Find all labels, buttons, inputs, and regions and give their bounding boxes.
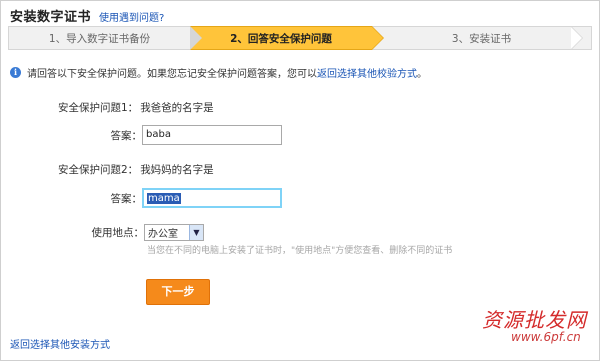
- step-3-label: 3、安装证书: [451, 33, 512, 45]
- step-progress: 1、导入数字证书备份 2、回答安全保护问题 3、安装证书: [8, 26, 592, 50]
- notice-end: 。: [417, 69, 427, 80]
- watermark-url: www.6pf.cn: [511, 330, 581, 344]
- location-value: 办公室: [148, 229, 178, 240]
- other-install-method-link[interactable]: 返回选择其他安装方式: [10, 336, 110, 351]
- other-verification-link[interactable]: 返回选择其他校验方式: [317, 65, 417, 80]
- notice-text: 请回答以下安全保护问题。如果您忘记安全保护问题答案，您可以: [27, 69, 317, 80]
- step-end-arrow-inner: [571, 27, 582, 49]
- question-2-text: 我妈妈的名字是: [140, 164, 214, 176]
- location-select[interactable]: 办公室 ▼: [144, 224, 204, 241]
- answer-1-label: 答案：: [110, 129, 143, 142]
- notice: i 请回答以下安全保护问题。如果您忘记安全保护问题答案，您可以 返回选择其他校验…: [10, 65, 427, 80]
- question-1-text: 我爸爸的名字是: [140, 102, 214, 114]
- answer-2-row: 答案： mama: [108, 188, 282, 208]
- step-1-label: 1、导入数字证书备份: [48, 33, 151, 45]
- step-answer-questions: 2、回答安全保护问题: [190, 26, 384, 50]
- question-2-row: 安全保护问题2： 我妈妈的名字是: [58, 162, 214, 177]
- info-icon: i: [10, 67, 21, 78]
- answer-1-row: 答案： baba: [108, 125, 282, 145]
- answer-2-label: 答案：: [110, 192, 143, 205]
- answer-2-value: mama: [147, 193, 181, 204]
- page-header: 安装数字证书 使用遇到问题?: [10, 6, 164, 25]
- location-hint: 当您在不同的电脑上安装了证书时，"使用地点"方便您查看、删除不同的证书: [147, 246, 453, 256]
- step-import-backup: 1、导入数字证书备份: [8, 26, 202, 50]
- question-1-label: 安全保护问题1：: [58, 102, 139, 114]
- location-row: 使用地点： 办公室 ▼: [88, 224, 204, 241]
- answer-1-input[interactable]: baba: [142, 125, 282, 145]
- answer-2-input[interactable]: mama: [142, 188, 282, 208]
- page-title: 安装数字证书: [10, 10, 92, 25]
- chevron-down-icon: ▼: [189, 225, 203, 240]
- step-2-label: 2、回答安全保护问题: [230, 33, 332, 45]
- next-button[interactable]: 下一步: [146, 279, 210, 305]
- question-1-row: 安全保护问题1： 我爸爸的名字是: [58, 100, 214, 115]
- step-separator-inner: [372, 27, 383, 49]
- help-link[interactable]: 使用遇到问题?: [99, 9, 164, 24]
- location-label: 使用地点：: [91, 227, 145, 239]
- step-separator: [190, 26, 202, 50]
- answer-1-value: baba: [146, 129, 171, 140]
- question-2-label: 安全保护问题2：: [58, 164, 139, 176]
- watermark-text: 资源批发网: [482, 308, 587, 332]
- step-install-cert: 3、安装证书: [372, 26, 592, 50]
